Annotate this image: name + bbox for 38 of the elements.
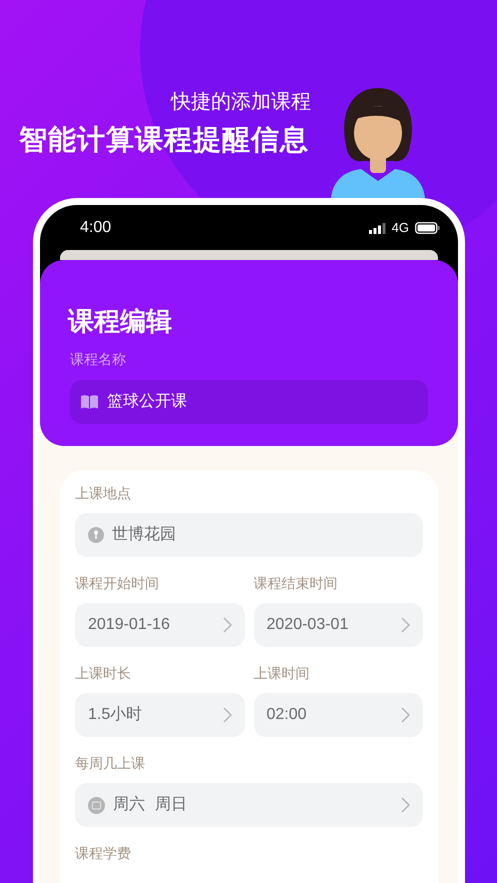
chevron-right-icon bbox=[222, 617, 232, 633]
field-label: 课程开始时间 bbox=[75, 574, 160, 593]
field-value: 1.5小时 bbox=[88, 704, 144, 725]
input-field[interactable]: 02:00 bbox=[254, 693, 423, 737]
weekday-value: 周六 bbox=[113, 794, 145, 815]
chevron-right-icon bbox=[401, 617, 410, 633]
pin-icon bbox=[88, 527, 104, 543]
field-label: 课程学费 bbox=[75, 844, 132, 863]
input-field[interactable]: 2019-01-16 bbox=[75, 603, 244, 647]
status-time: 4:00 bbox=[80, 218, 112, 238]
weekday-field[interactable]: 周六 周日 bbox=[75, 783, 423, 827]
banner-subtitle: 快捷的添加课程 bbox=[171, 90, 311, 114]
field-label: 上课时长 bbox=[75, 664, 132, 683]
input-field[interactable]: 1.5小时 bbox=[75, 693, 244, 737]
field-label: 上课时间 bbox=[254, 664, 310, 683]
editor-title: 课程编辑 bbox=[68, 305, 173, 337]
chevron-right-icon bbox=[222, 707, 232, 723]
chevron-right-icon bbox=[401, 707, 410, 723]
field-value: 2019-01-16 bbox=[88, 615, 171, 635]
course-name-value: 篮球公开课 bbox=[107, 392, 187, 412]
field-value: 世博花园 bbox=[112, 524, 177, 545]
battery-icon bbox=[415, 222, 440, 234]
book-icon bbox=[81, 395, 98, 409]
course-name-field[interactable]: 篮球公开课 bbox=[70, 380, 428, 424]
field-value: 02:00 bbox=[266, 705, 308, 725]
calendar-icon bbox=[88, 796, 105, 814]
field-label: 每周几上课 bbox=[75, 754, 146, 773]
banner-title: 智能计算课程提醒信息 bbox=[19, 123, 309, 157]
network-label: 4G bbox=[392, 219, 409, 238]
input-field[interactable]: 2020-03-01 bbox=[254, 603, 423, 647]
chevron-right-icon bbox=[401, 797, 410, 813]
field-label: 课程结束时间 bbox=[254, 574, 338, 593]
weekday-value: 周日 bbox=[155, 795, 187, 815]
signal-icon bbox=[368, 222, 386, 234]
field-value: 2020-03-01 bbox=[266, 615, 350, 635]
field-label: 上课地点 bbox=[75, 484, 132, 503]
input-field[interactable]: 世博花园 bbox=[75, 513, 423, 557]
name-label: 课程名称 bbox=[70, 350, 127, 369]
